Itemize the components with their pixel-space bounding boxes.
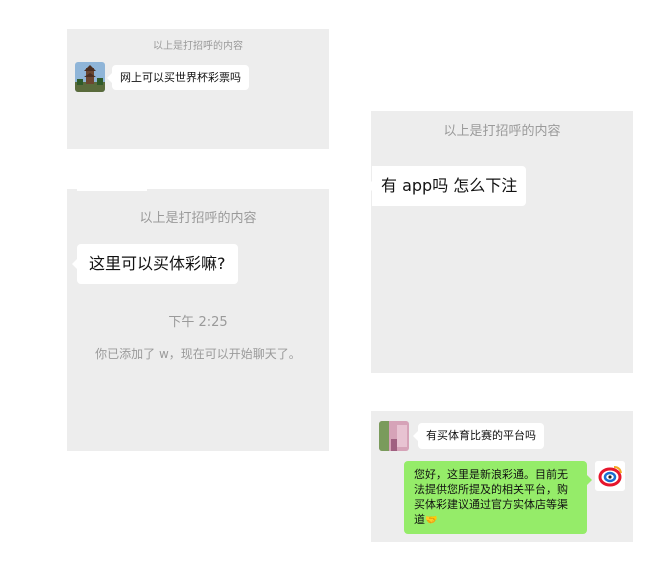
handshake-emoji: 🤝 (425, 515, 438, 526)
outgoing-reply[interactable]: 您好，这里是新浪彩通。目前无法提供您所提及的相关平台，购买体彩建议通过官方实体店… (404, 461, 592, 534)
incoming-message[interactable]: 这里可以买体彩嘛? (72, 244, 238, 284)
incoming-message[interactable]: 有买体育比赛的平台吗 (413, 423, 544, 449)
chat-panel-1: 以上是打招呼的内容 网上可以买世界杯彩票吗 (67, 29, 329, 149)
sina-logo-icon[interactable] (595, 461, 625, 491)
greeting-notice: 以上是打招呼的内容 (443, 124, 561, 139)
chat-panel-4: 有买体育比赛的平台吗 您好，这里是新浪彩通。目前无法提供您所提及的相关平台，购买… (371, 411, 633, 542)
chat-panel-2: 以上是打招呼的内容 这里可以买体彩嘛? 下午 2:25 你已添加了 w，现在可以… (67, 189, 329, 451)
pink-photo-avatar[interactable] (379, 421, 409, 451)
incoming-message[interactable]: 有 app吗 怎么下注 (371, 166, 527, 206)
incoming-message[interactable]: 网上可以买世界杯彩票吗 (107, 65, 249, 90)
greeting-notice: 以上是打招呼的内容 (139, 211, 257, 226)
tower-photo-avatar[interactable] (75, 62, 105, 92)
panel-top-divider (77, 189, 147, 191)
message-timestamp: 下午 2:25 (168, 315, 228, 330)
greeting-notice: 以上是打招呼的内容 (153, 41, 243, 52)
chat-panel-3: 以上是打招呼的内容 有 app吗 怎么下注 (371, 111, 633, 373)
friend-added-notice: 你已添加了 w，现在可以开始聊天了。 (95, 347, 301, 361)
